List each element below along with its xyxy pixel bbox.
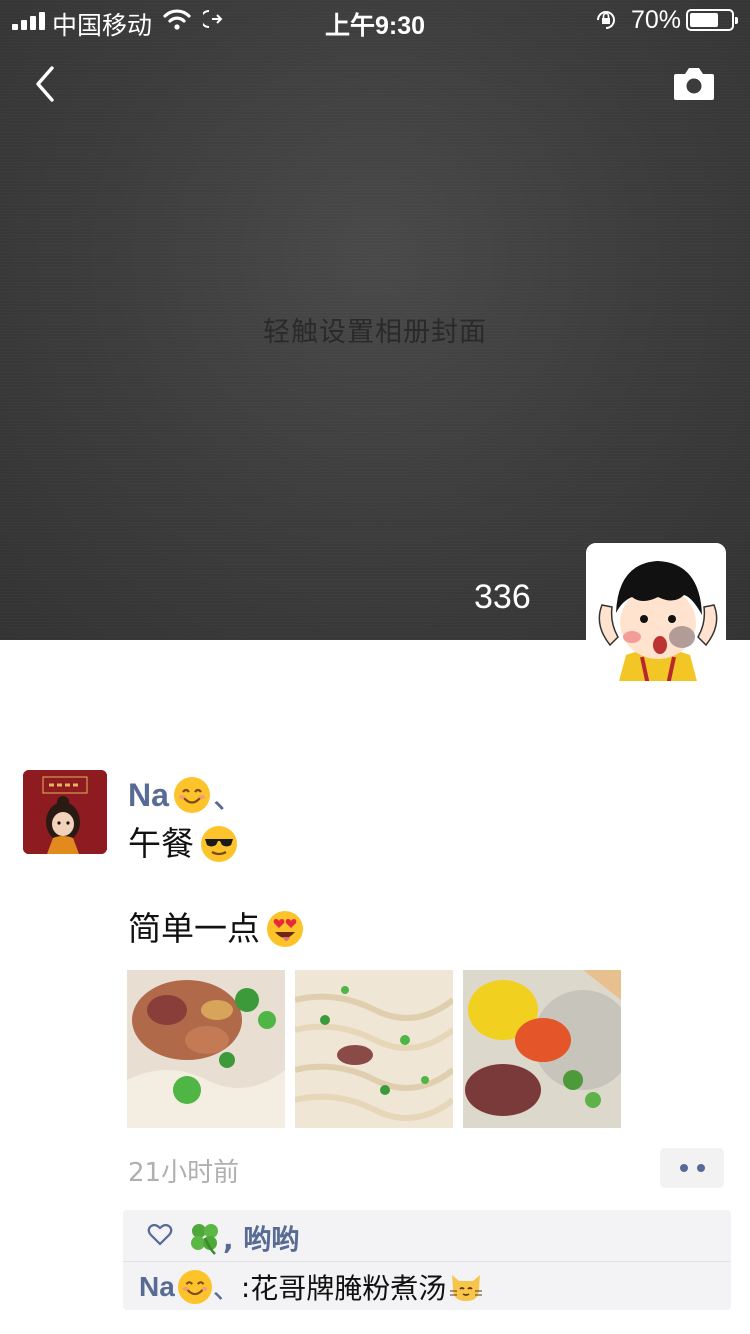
comment-text: 花哥牌腌粉煮汤 bbox=[250, 1272, 447, 1305]
post-text: 午餐 简单一点 bbox=[128, 822, 708, 950]
status-bar: 中国移动 上午9:30 70% bbox=[0, 0, 750, 40]
profile-avatar[interactable] bbox=[586, 543, 726, 683]
smile-emoji-icon bbox=[173, 776, 211, 814]
post-count: 336 bbox=[474, 578, 531, 616]
camera-button[interactable] bbox=[672, 66, 716, 102]
comment-author[interactable]: Na 、 bbox=[139, 1267, 241, 1307]
heart-eyes-emoji-icon bbox=[266, 910, 304, 948]
likes-row: , 哟哟 bbox=[123, 1210, 731, 1262]
poster-name[interactable]: Na 、 bbox=[128, 772, 245, 818]
liker-name[interactable]: 哟哟 bbox=[243, 1223, 299, 1256]
heart-outline-icon bbox=[147, 1223, 173, 1251]
comment-separator: : bbox=[240, 1270, 251, 1304]
cat-emoji-icon bbox=[448, 1269, 484, 1305]
orientation-lock-icon bbox=[594, 8, 618, 39]
comment-author-suffix: 、 bbox=[212, 1273, 241, 1304]
likers-names[interactable]: , 哟哟 bbox=[223, 1218, 299, 1258]
poster-name-suffix: 、 bbox=[212, 779, 245, 815]
battery-icon bbox=[686, 9, 738, 31]
battery-percent: 70% bbox=[631, 6, 682, 34]
post-line-1: 午餐 bbox=[128, 824, 194, 863]
comment-author-name[interactable]: Na bbox=[139, 1271, 175, 1303]
sunglasses-emoji-icon bbox=[200, 825, 238, 863]
post-photo-2[interactable] bbox=[295, 970, 453, 1128]
post-timestamp: 21小时前 bbox=[128, 1158, 240, 1188]
interactions-panel: , 哟哟 Na 、 : 花哥牌腌粉煮汤 bbox=[123, 1210, 731, 1310]
likers-list[interactable]: , 哟哟 bbox=[187, 1218, 299, 1258]
comment-item[interactable]: Na 、 : 花哥牌腌粉煮汤 bbox=[139, 1266, 484, 1308]
smile-emoji-icon bbox=[177, 1269, 213, 1305]
post-photo-1[interactable] bbox=[127, 970, 285, 1128]
poster-name-text[interactable]: Na bbox=[128, 777, 169, 814]
post-line-2: 简单一点 bbox=[128, 909, 260, 948]
clover-emoji-icon bbox=[187, 1220, 223, 1256]
post-photo-3[interactable] bbox=[463, 970, 621, 1128]
more-actions-button[interactable] bbox=[660, 1148, 724, 1188]
back-button[interactable] bbox=[28, 64, 68, 104]
chevron-left-icon bbox=[36, 66, 54, 102]
photo-grid bbox=[127, 970, 621, 1128]
poster-avatar[interactable] bbox=[23, 770, 107, 854]
camera-icon bbox=[674, 68, 714, 100]
cover-hint[interactable]: 轻触设置相册封面 bbox=[0, 310, 750, 349]
